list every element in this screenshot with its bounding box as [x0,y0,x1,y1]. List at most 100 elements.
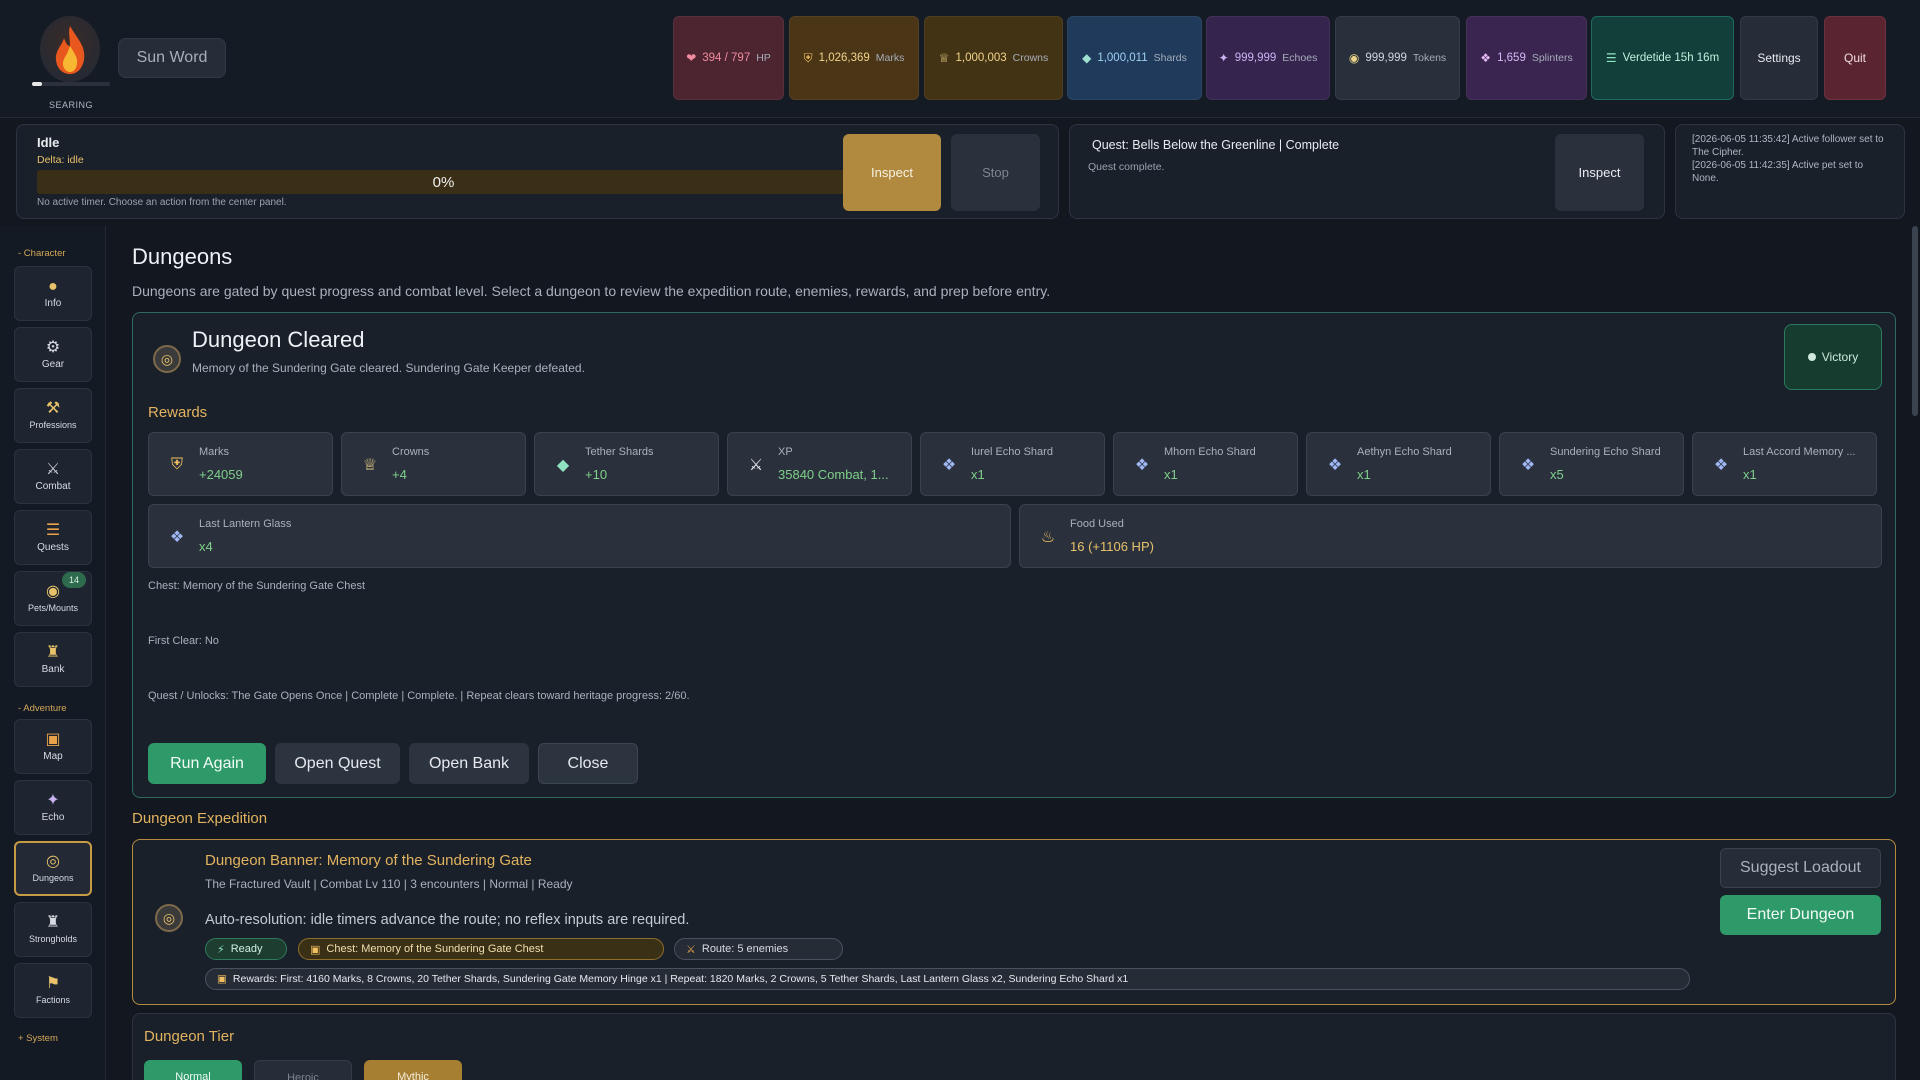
bank-icon: ♜ [45,643,61,661]
sidebar-item-label: Map [43,750,63,762]
rewards-heading: Rewards [148,404,208,421]
sidebar-item-label: Combat [35,480,71,492]
pets-count-badge: 14 [62,572,86,588]
ready-chip: ⚡ Ready [205,938,287,960]
echoes-value: 999,999 [1234,52,1277,64]
marks-stat[interactable]: ⛨ 1,026,369 Marks [789,16,919,100]
tokens-stat[interactable]: ◉ 999,999 Tokens [1335,16,1460,100]
check-icon [1807,353,1816,361]
food-icon: ♨ [1040,529,1056,546]
sidebar-item-factions[interactable]: ⚑ Factions [14,963,92,1018]
quest-title: Quest: Bells Below the Greenline | Compl… [1092,138,1340,152]
avatar-progress-bar [32,82,110,86]
sidebar-item-map[interactable]: ▣ Map [14,719,92,774]
reward-value: +4 [392,467,407,482]
splinters-value: 1,659 [1497,52,1526,64]
sparkle-icon: ✦ [1218,51,1229,65]
hp-stat[interactable]: ❤ 394 / 797 HP [673,16,784,100]
shards-stat[interactable]: ◆ 1,000,011 Shards [1067,16,1202,100]
suggest-loadout-button[interactable]: Suggest Loadout [1720,848,1881,888]
sidebar-item-bank[interactable]: ♜ Bank [14,632,92,687]
sidebar-group-system[interactable]: + System [18,1033,58,1044]
expedition-panel: ◎ Dungeon Banner: Memory of the Sunderin… [132,839,1896,1005]
scroll-icon: ☰ [45,521,61,539]
splinters-stat[interactable]: ❖ 1,659 Splinters [1466,16,1587,100]
reward-card-iurel-echo-shard[interactable]: ❖ Iurel Echo Shard x1 [920,432,1105,496]
reward-card-last-lantern-glass[interactable]: ❖ Last Lantern Glass x4 [148,504,1011,568]
reward-name: Last Accord Memory ... [1743,446,1856,458]
flame-icon [40,16,100,82]
idle-title: Idle [37,135,60,150]
idle-progress-bar: 0% [37,170,850,194]
close-button[interactable]: Close [538,743,638,784]
idle-delta: Delta: idle [37,154,84,166]
crossed-swords-icon: ⚔ [45,460,61,478]
sidebar-group-character[interactable]: - Character [18,248,66,259]
tether-shard-icon: ◆ [556,457,570,474]
diamond-icon: ◆ [1082,51,1092,65]
victory-label: Victory [1821,350,1859,364]
chip-label: Chest: Memory of the Sundering Gate Ches… [326,943,544,955]
reward-name: XP [778,446,793,458]
reward-card-sundering-echo-shard[interactable]: ❖ Sundering Echo Shard x5 [1499,432,1684,496]
quest-panel: Quest: Bells Below the Greenline | Compl… [1069,124,1665,219]
sidebar-item-quests[interactable]: ☰ Quests [14,510,92,565]
reward-card-food-used[interactable]: ♨ Food Used 16 (+1106 HP) [1019,504,1882,568]
crowns-stat[interactable]: ♕ 1,000,003 Crowns [924,16,1063,100]
tier-mythic-button[interactable]: Mythic [364,1060,462,1080]
page-title: Dungeons [132,244,233,269]
chest-line: Chest: Memory of the Sundering Gate Ches… [148,580,366,592]
sidebar-group-adventure[interactable]: - Adventure [18,703,67,714]
idle-inspect-button[interactable]: Inspect [843,134,941,211]
crystal-icon: ❖ [941,457,957,474]
log-line: [2026-06-05 11:42:35] Active pet set to … [1692,160,1864,184]
xp-swords-icon: ⚔ [748,457,764,474]
echoes-stat[interactable]: ✦ 999,999 Echoes [1206,16,1330,100]
sun-word-button[interactable]: Sun Word [118,38,226,78]
sidebar-item-professions[interactable]: ⚒ Professions [14,388,92,443]
avatar-progress-fill [32,82,42,86]
run-again-button[interactable]: Run Again [148,743,266,784]
quest-inspect-button[interactable]: Inspect [1555,134,1644,211]
reward-card-marks[interactable]: ⛨ Marks +24059 [148,432,333,496]
crossed-swords-icon: ⚔ [686,943,696,956]
chest-icon: ▣ [217,973,227,985]
hp-unit: HP [756,52,771,64]
open-quest-button[interactable]: Open Quest [275,743,400,784]
sidebar-item-info[interactable]: ● Info [14,266,92,321]
character-avatar[interactable]: SEARING [32,12,110,110]
expedition-meta: The Fractured Vault | Combat Lv 110 | 3 … [205,877,573,891]
reward-card-mhorn-echo-shard[interactable]: ❖ Mhorn Echo Shard x1 [1113,432,1298,496]
settings-button[interactable]: Settings [1740,16,1818,100]
tokens-value: 999,999 [1365,52,1407,64]
crowns-value: 1,000,003 [955,52,1007,64]
verdetide-value: Verdetide 15h 16m [1622,52,1720,64]
reward-name: Mhorn Echo Shard [1164,446,1256,458]
reward-card-xp[interactable]: ⚔ XP 35840 Combat, 1... [727,432,912,496]
splinter-icon: ❖ [1480,51,1492,65]
professions-icon: ⚒ [45,400,61,417]
sidebar-item-strongholds[interactable]: ♜ Strongholds [14,902,92,957]
tier-normal-button[interactable]: Normal [144,1060,242,1080]
quit-button[interactable]: Quit [1824,16,1886,100]
tier-heroic-button[interactable]: Heroic [254,1060,352,1080]
idle-stop-button[interactable]: Stop [951,134,1040,211]
reward-card-tether-shards[interactable]: ◆ Tether Shards +10 [534,432,719,496]
main-scrollbar[interactable] [1912,226,1918,416]
enter-dungeon-button[interactable]: Enter Dungeon [1720,895,1881,935]
sidebar-item-echo[interactable]: ✦ Echo [14,780,92,835]
open-bank-button[interactable]: Open Bank [409,743,529,784]
reward-name: Crowns [392,446,430,458]
crowns-unit: Crowns [1012,52,1049,64]
reward-card-last-accord-memory[interactable]: ❖ Last Accord Memory ... x1 [1692,432,1877,496]
sidebar-item-dungeons[interactable]: ◎ Dungeons [14,841,92,896]
sidebar-item-gear[interactable]: ⚙ Gear [14,327,92,382]
reward-value: x1 [1357,467,1371,482]
reward-card-aethyn-echo-shard[interactable]: ❖ Aethyn Echo Shard x1 [1306,432,1491,496]
map-icon: ▣ [45,730,61,748]
verdetide-timer[interactable]: ☰ Verdetide 15h 16m [1591,16,1734,100]
reward-name: Food Used [1070,518,1124,530]
marks-unit: Marks [875,52,905,64]
sidebar-item-combat[interactable]: ⚔ Combat [14,449,92,504]
reward-card-crowns[interactable]: ♕ Crowns +4 [341,432,526,496]
